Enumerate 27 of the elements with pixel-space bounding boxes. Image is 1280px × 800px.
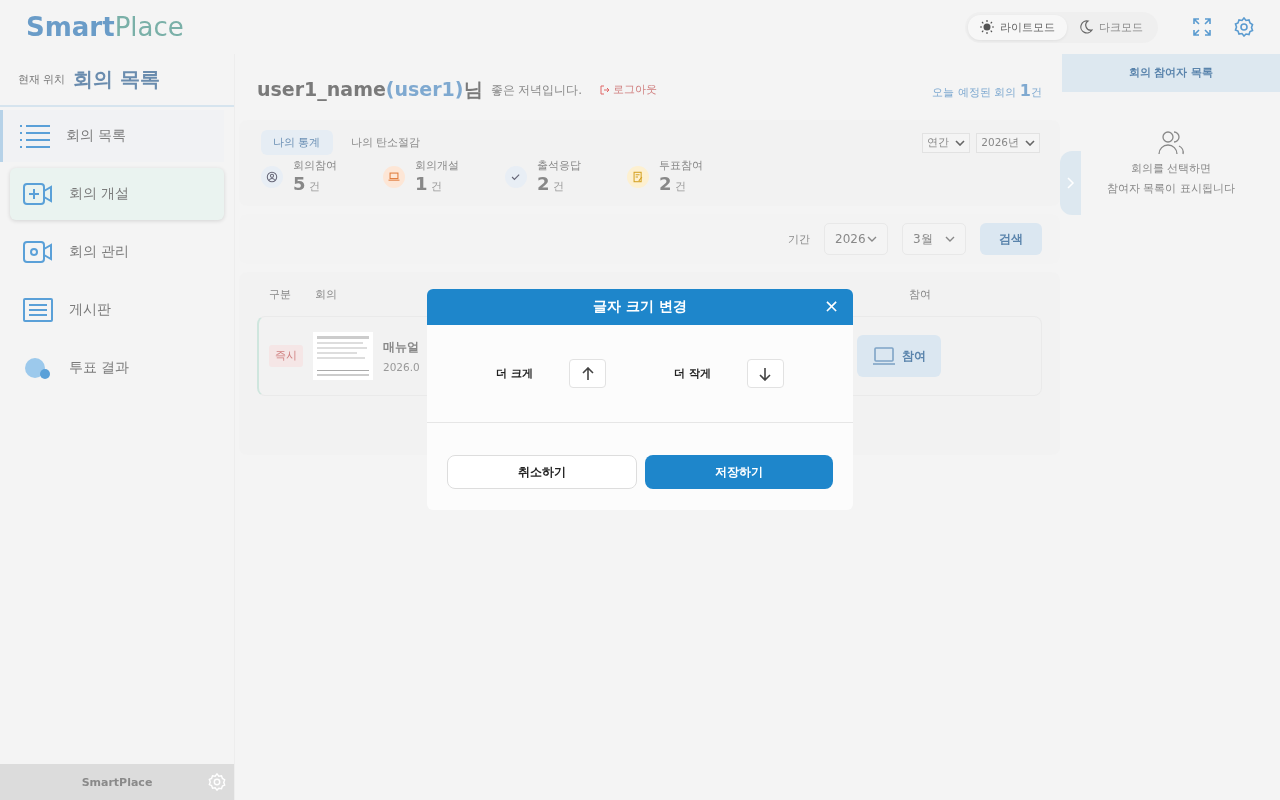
- period-label: 기간: [788, 231, 810, 247]
- column-header: 참여: [909, 288, 931, 302]
- stat-label: 회의개설: [415, 159, 459, 173]
- today-count: 오늘 예정된 회의 1건: [932, 80, 1042, 100]
- location-label: 현재 위치: [18, 72, 66, 87]
- meeting-title: 매뉴얼: [383, 339, 420, 356]
- meeting-date: 2026.0: [383, 361, 420, 373]
- stat-value: 2 건: [537, 173, 565, 194]
- greeting-message: 좋은 저녁입니다.: [490, 81, 583, 99]
- dialog-title: 글자 크기 변경: [593, 298, 687, 316]
- footer-logo: SmartPlace: [81, 775, 153, 789]
- empty-message: 참여자 목록이 표시됩니다: [1107, 182, 1235, 196]
- stat-label: 투표참여: [659, 159, 703, 173]
- column-header: 회의: [315, 288, 337, 302]
- logo: SmartPlace: [26, 12, 185, 42]
- page-title: 회의 목록: [73, 66, 161, 93]
- type-badge: 즉시: [269, 345, 303, 367]
- stat-label: 출석응답: [537, 159, 581, 173]
- stat-value: 5 건: [293, 173, 321, 194]
- option-label: 더 크게: [496, 366, 533, 381]
- user-greeting: user1_name(user1)님: [257, 77, 483, 103]
- empty-message: 회의를 선택하면: [1130, 162, 1212, 176]
- option-label: 더 작게: [674, 366, 711, 381]
- stat-value: 2 건: [659, 173, 687, 194]
- column-header: 구분: [269, 288, 291, 302]
- stat-label: 회의참여: [293, 159, 337, 173]
- stat-value: 1 건: [415, 173, 443, 194]
